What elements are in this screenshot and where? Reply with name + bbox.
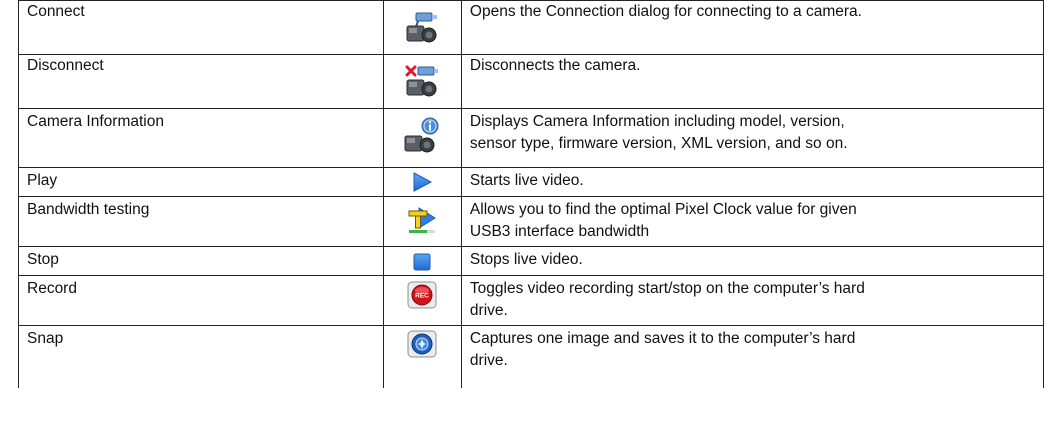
camera-info-icon [404, 117, 439, 153]
play-icon [413, 172, 433, 192]
table-row: Disconnect Disconnects the camera. [18, 54, 1045, 109]
command-description: Toggles video recording start/stop on th… [460, 275, 1045, 326]
command-name: Play [18, 167, 384, 197]
command-name: Camera Information [18, 108, 384, 168]
table-row: Camera Information Displays Camera Infor… [18, 108, 1045, 168]
description-line: drive. [469, 302, 508, 319]
table-row: Snap Captures one image and saves it to … [18, 325, 1045, 388]
camera-disconnect-icon [405, 65, 439, 97]
description-line: sensor type, firmware version, XML versi… [469, 135, 848, 152]
description-line: Toggles video recording start/stop on th… [469, 280, 865, 297]
command-description: Opens the Connection dialog for connecti… [460, 0, 1045, 55]
camera-connect-icon [406, 12, 438, 43]
toolbar-commands-table: Connect Opens the Connection dialog for … [18, 0, 1045, 388]
command-description: Displays Camera Information including mo… [460, 108, 1045, 168]
command-description: Starts live video. [460, 167, 1045, 197]
command-name: Stop [18, 246, 384, 276]
record-icon: REC [407, 281, 437, 309]
description-line: USB3 interface bandwidth [469, 223, 650, 240]
bandwidth-test-icon [408, 207, 437, 233]
command-name: Snap [18, 325, 384, 388]
table-row: Bandwidth testing Allows you to find the… [18, 196, 1045, 247]
command-description: Disconnects the camera. [460, 54, 1045, 109]
command-name: Disconnect [18, 54, 384, 109]
description-line: Allows you to find the optimal Pixel Clo… [469, 201, 857, 218]
record-icon-label: REC [415, 293, 429, 300]
snap-icon [407, 330, 437, 358]
table-row: Record REC Toggles video recording start… [18, 275, 1045, 326]
command-name: Connect [18, 0, 384, 55]
stop-icon [413, 253, 431, 271]
command-name: Bandwidth testing [18, 196, 384, 247]
command-description: Stops live video. [460, 246, 1045, 276]
description-line: Displays Camera Information including mo… [469, 113, 845, 130]
command-description: Allows you to find the optimal Pixel Clo… [460, 196, 1045, 247]
table-row: Play Starts live video. [18, 167, 1045, 197]
table-row: Connect Opens the Connection dialog for … [18, 0, 1045, 55]
description-line: Captures one image and saves it to the c… [469, 330, 856, 347]
command-description: Captures one image and saves it to the c… [460, 325, 1045, 388]
command-name: Record [18, 275, 384, 326]
table-row: Stop Stops live video. [18, 246, 1045, 276]
description-line: drive. [469, 352, 508, 369]
